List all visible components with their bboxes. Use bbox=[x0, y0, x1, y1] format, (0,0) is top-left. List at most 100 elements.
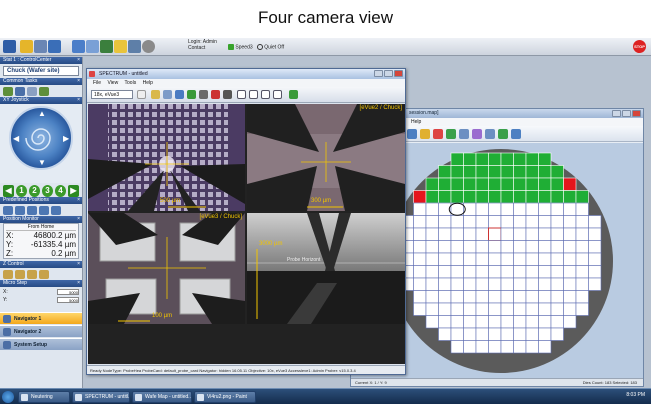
wafer-die[interactable] bbox=[525, 152, 539, 166]
minimize-icon[interactable] bbox=[612, 110, 621, 117]
contact-link[interactable]: Contact bbox=[188, 45, 217, 51]
nav-button-2[interactable]: 2 bbox=[29, 185, 40, 197]
home-icon[interactable] bbox=[3, 40, 16, 53]
wafer-die[interactable] bbox=[425, 177, 439, 191]
wafer-die[interactable] bbox=[538, 290, 552, 304]
wafer-die[interactable] bbox=[525, 327, 539, 341]
wafer-die[interactable] bbox=[488, 252, 502, 266]
wafer-die[interactable] bbox=[563, 290, 577, 304]
wafer-die[interactable] bbox=[488, 165, 502, 179]
wafer-die[interactable] bbox=[450, 240, 464, 254]
wafer-die[interactable] bbox=[550, 327, 564, 341]
wafer-die[interactable] bbox=[525, 265, 539, 279]
wafer-die[interactable] bbox=[488, 302, 502, 316]
wafer-die[interactable] bbox=[413, 265, 427, 279]
wafer-die[interactable] bbox=[450, 277, 464, 291]
wafer-die[interactable] bbox=[438, 227, 452, 241]
wafer-die[interactable] bbox=[475, 152, 489, 166]
speed-control[interactable]: Speed3 Quiet Off bbox=[228, 44, 284, 50]
nav-button-4[interactable]: 4 bbox=[55, 185, 66, 197]
wafer-die[interactable] bbox=[450, 202, 464, 216]
wafer-die[interactable] bbox=[538, 215, 552, 229]
wafer-die[interactable] bbox=[438, 302, 452, 316]
save-icon[interactable] bbox=[48, 40, 61, 53]
wafer-die[interactable] bbox=[488, 340, 502, 354]
wafer-die[interactable] bbox=[588, 240, 602, 254]
wafer-die[interactable] bbox=[538, 202, 552, 216]
wafer-die[interactable] bbox=[538, 327, 552, 341]
wafer-die[interactable] bbox=[525, 202, 539, 216]
wafer-die[interactable] bbox=[550, 177, 564, 191]
layout-triple-icon[interactable] bbox=[261, 90, 270, 99]
wafer-die[interactable] bbox=[550, 227, 564, 241]
wafer-die[interactable] bbox=[500, 202, 514, 216]
ruler-icon[interactable] bbox=[163, 90, 172, 99]
joystick-dial[interactable]: ▲ ▼ ◀ ▶ bbox=[9, 106, 73, 170]
wafer-die[interactable] bbox=[438, 252, 452, 266]
wafer-die[interactable] bbox=[463, 152, 477, 166]
taskbar-item-2[interactable]: SPECTRUM - untitl... bbox=[72, 391, 130, 403]
z-down-icon[interactable] bbox=[15, 270, 25, 279]
wafer-die[interactable] bbox=[538, 227, 552, 241]
close-icon[interactable] bbox=[394, 70, 403, 77]
wafer-die[interactable] bbox=[575, 227, 589, 241]
camera-view-4[interactable]: 3000 µm Probe Horizont bbox=[247, 213, 405, 324]
wafer-die[interactable] bbox=[425, 290, 439, 304]
wafer-die[interactable] bbox=[550, 240, 564, 254]
wafer-die[interactable] bbox=[513, 265, 527, 279]
wafer-die[interactable] bbox=[500, 277, 514, 291]
wafer-die[interactable] bbox=[450, 327, 464, 341]
wafer-die[interactable] bbox=[425, 202, 439, 216]
wafer-die[interactable] bbox=[475, 215, 489, 229]
wafer-die[interactable] bbox=[513, 340, 527, 354]
menu-tools[interactable]: Tools bbox=[125, 80, 137, 86]
wafer-die[interactable] bbox=[550, 302, 564, 316]
measure-icon[interactable] bbox=[175, 90, 184, 99]
wafer-die[interactable] bbox=[413, 240, 427, 254]
wafer-die[interactable] bbox=[488, 202, 502, 216]
minimize-icon[interactable] bbox=[374, 70, 383, 77]
wafer-die[interactable] bbox=[475, 227, 489, 241]
wafer-die[interactable] bbox=[513, 202, 527, 216]
wafer-die[interactable] bbox=[463, 290, 477, 304]
menu-help[interactable]: Help bbox=[411, 119, 421, 125]
wafer-die[interactable] bbox=[588, 227, 602, 241]
settings-icon[interactable] bbox=[511, 129, 521, 139]
wafer-die[interactable] bbox=[488, 215, 502, 229]
grid-icon[interactable] bbox=[485, 129, 495, 139]
position-icon[interactable] bbox=[39, 206, 49, 215]
wafer-die[interactable] bbox=[463, 252, 477, 266]
z-contact-icon[interactable] bbox=[27, 270, 37, 279]
wafer-die[interactable] bbox=[413, 215, 427, 229]
layout-single-icon[interactable] bbox=[237, 90, 246, 99]
wafer-die[interactable] bbox=[463, 190, 477, 204]
wafer-die[interactable] bbox=[500, 340, 514, 354]
camera-view-2[interactable]: [eVue2 / Chuck] 300 µm bbox=[247, 104, 405, 211]
camera-view-1[interactable]: 500 µm bbox=[88, 104, 245, 211]
wafer-die[interactable] bbox=[575, 240, 589, 254]
wafer-die[interactable] bbox=[413, 227, 427, 241]
position-icon[interactable] bbox=[15, 206, 25, 215]
wafer-die[interactable] bbox=[525, 252, 539, 266]
wafer-die[interactable] bbox=[425, 190, 439, 204]
close-icon[interactable]: × bbox=[77, 57, 80, 64]
wafer-die[interactable] bbox=[525, 290, 539, 304]
maximize-icon[interactable] bbox=[384, 70, 393, 77]
wafer-die[interactable] bbox=[500, 327, 514, 341]
wafer-die[interactable] bbox=[563, 227, 577, 241]
wafer-die[interactable] bbox=[475, 240, 489, 254]
wafer-die[interactable] bbox=[488, 315, 502, 329]
wafer-die[interactable] bbox=[525, 277, 539, 291]
wafer-die[interactable] bbox=[488, 177, 502, 191]
wafer-die[interactable] bbox=[575, 265, 589, 279]
nav-button-3[interactable]: 3 bbox=[42, 185, 53, 197]
folder-icon[interactable] bbox=[114, 40, 127, 53]
wafer-die[interactable] bbox=[525, 165, 539, 179]
wafer-die[interactable] bbox=[413, 302, 427, 316]
crosshair-icon[interactable] bbox=[187, 90, 196, 99]
wafer-die[interactable] bbox=[450, 165, 464, 179]
wafer-die[interactable] bbox=[525, 227, 539, 241]
wafer-die[interactable] bbox=[425, 302, 439, 316]
wafer-die[interactable] bbox=[475, 302, 489, 316]
map-icon[interactable] bbox=[459, 129, 469, 139]
